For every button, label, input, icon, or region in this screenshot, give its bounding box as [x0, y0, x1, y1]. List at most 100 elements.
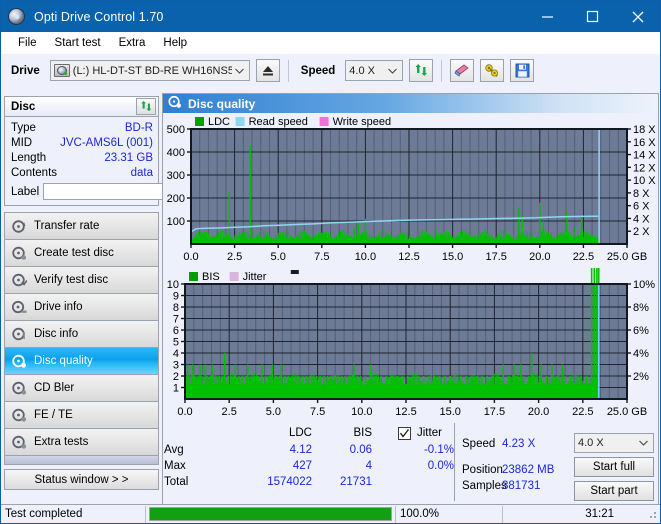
- sidebar-item-label: Verify test disc: [34, 274, 109, 286]
- svg-text:0.0: 0.0: [177, 406, 192, 418]
- samples-value: 381731: [502, 480, 541, 492]
- chevron-down-icon: [385, 68, 400, 74]
- svg-text:6 X: 6 X: [633, 201, 650, 213]
- results-divider: [454, 423, 455, 501]
- disc-info-box: Disc Type BD-R MID JVC-AMS6L (001) Lengt…: [4, 96, 213, 206]
- speed-result-value: 4.23 X: [502, 438, 536, 450]
- ldc-speed-chart: 1002003004005002 X4 X6 X8 X10 X12 X14 X1…: [167, 116, 657, 263]
- column-header-bis: BIS: [353, 427, 372, 439]
- svg-text:10.0: 10.0: [355, 251, 376, 263]
- svg-text:9: 9: [173, 291, 179, 303]
- disc-quality-icon: [12, 354, 27, 369]
- avg-ldc-value: 4.12: [289, 444, 312, 456]
- elapsed-time: 31:21: [585, 508, 614, 520]
- sidebar-item-extra-tests[interactable]: Extra tests: [5, 429, 158, 456]
- menu-item-extra[interactable]: Extra: [110, 35, 155, 51]
- avg-bis-value: 0.06: [349, 444, 372, 456]
- svg-text:2 X: 2 X: [633, 226, 650, 238]
- refresh-button[interactable]: [409, 59, 434, 82]
- svg-text:5.0: 5.0: [266, 406, 281, 418]
- svg-text:100: 100: [167, 216, 185, 228]
- progress-percent: 100.0%: [400, 508, 440, 520]
- disc-type-label: Type: [11, 121, 36, 134]
- sidebar-item-verify-test-disc[interactable]: Verify test disc: [5, 267, 158, 294]
- maximize-button[interactable]: [570, 1, 615, 32]
- max-bis-value: 4: [365, 460, 372, 472]
- svg-text:22.5: 22.5: [572, 406, 593, 418]
- menu-item-help[interactable]: Help: [154, 35, 196, 51]
- progress-bar: [149, 507, 392, 521]
- charts-container: 100 200 300 400 500 2 X4 X6 X8 X 10 X 12 X 14 X1…: [163, 113, 658, 423]
- disc-row-contents: Contents data: [11, 165, 153, 180]
- sidebar-item-transfer-rate[interactable]: Transfer rate: [5, 213, 158, 240]
- jitter-checkbox[interactable]: [398, 427, 411, 440]
- svg-text:7.5: 7.5: [310, 406, 325, 418]
- panel-header: Disc quality: [163, 94, 658, 113]
- disc-refresh-button[interactable]: [136, 98, 156, 115]
- svg-text:10.0: 10.0: [351, 406, 372, 418]
- drive-icon: [53, 64, 70, 77]
- svg-text:1: 1: [173, 383, 179, 395]
- speed-select[interactable]: 4.0 X: [345, 60, 404, 81]
- sidebar-item-create-test-disc[interactable]: Create test disc: [5, 240, 158, 267]
- sidebar-item-disc-info[interactable]: Disc info: [5, 321, 158, 348]
- svg-text:4 X: 4 X: [633, 213, 650, 225]
- max-ldc-value: 427: [292, 460, 312, 472]
- sidebar-item-fe-te[interactable]: FE / TE: [5, 402, 158, 429]
- disc-type-value: BD-R: [124, 121, 153, 134]
- eject-button[interactable]: [255, 59, 280, 82]
- disc-row-mid: MID JVC-AMS6L (001): [11, 135, 153, 150]
- svg-text:0.0: 0.0: [183, 251, 198, 263]
- sidebar-item-disc-quality[interactable]: Disc quality: [5, 348, 158, 375]
- column-header-ldc: LDC: [288, 427, 312, 439]
- avg-jitter-value: -0.1%: [423, 444, 454, 456]
- save-button[interactable]: [510, 59, 535, 82]
- disc-contents-label: Contents: [11, 166, 58, 179]
- sidebar-item-label: Drive info: [34, 301, 83, 313]
- sidebar-item-drive-info[interactable]: Drive info: [5, 294, 158, 321]
- chevron-down-icon: [232, 68, 247, 74]
- left-panel: Disc Type BD-R MID JVC-AMS6L (001) Lengt…: [4, 96, 213, 490]
- jitter-label: Jitter: [417, 427, 442, 439]
- resize-grip[interactable]: [646, 508, 658, 520]
- start-part-button[interactable]: Start part: [574, 481, 654, 501]
- erase-button[interactable]: [450, 59, 475, 82]
- speed-select-value: 4.0 X: [349, 64, 375, 77]
- sidebar-item-label: Disc quality: [34, 355, 93, 367]
- status-bar: Test completed 100.0% 31:21: [1, 504, 660, 523]
- close-button[interactable]: [615, 1, 660, 32]
- total-bis-value: 21731: [340, 476, 372, 488]
- result-speed-select[interactable]: 4.0 X: [574, 433, 654, 453]
- svg-text:20.0: 20.0: [528, 406, 549, 418]
- tools-button[interactable]: [480, 59, 505, 82]
- svg-text:6%: 6%: [633, 325, 649, 337]
- sidebar-item-cd-bler[interactable]: CD Bler: [5, 375, 158, 402]
- disc-test-icon: [12, 381, 27, 396]
- svg-text:18 X: 18 X: [633, 124, 656, 136]
- svg-text:12 X: 12 X: [633, 162, 656, 174]
- speed-result-label: Speed: [462, 438, 496, 450]
- status-window-button[interactable]: Status window > >: [4, 469, 159, 490]
- menu-item-start-test[interactable]: Start test: [46, 35, 110, 51]
- svg-text:5: 5: [173, 337, 179, 349]
- disc-row-type: Type BD-R: [11, 120, 153, 135]
- disc-quality-icon: [168, 95, 182, 112]
- svg-text:3: 3: [173, 360, 179, 372]
- drive-label: Drive: [11, 64, 40, 77]
- svg-text:20.0: 20.0: [529, 251, 550, 263]
- disc-mid-value: JVC-AMS6L (001): [60, 136, 153, 149]
- drive-select[interactable]: (L:) HL-DT-ST BD-RE WH16NS58 TST4: [49, 60, 250, 81]
- svg-text:16 X: 16 X: [633, 137, 656, 149]
- disc-row-length: Length 23.31 GB: [11, 150, 153, 165]
- menu-item-file[interactable]: File: [9, 35, 46, 51]
- sidebar-spacer: [5, 456, 158, 465]
- app-logo-icon: [8, 8, 25, 25]
- start-full-button[interactable]: Start full: [574, 457, 654, 477]
- svg-text:8: 8: [173, 302, 179, 314]
- minimize-button[interactable]: [525, 1, 570, 32]
- svg-text:12.5: 12.5: [398, 251, 419, 263]
- position-value: 23862 MB: [502, 464, 555, 476]
- sidebar-item-label: CD Bler: [34, 382, 75, 394]
- bis-jitter-chart: 12345678910 2% 4% 6% 8% 10% 0.0 2.5 5.0 7.5 10.0 12…: [167, 268, 655, 418]
- svg-text:14 X: 14 X: [633, 150, 656, 162]
